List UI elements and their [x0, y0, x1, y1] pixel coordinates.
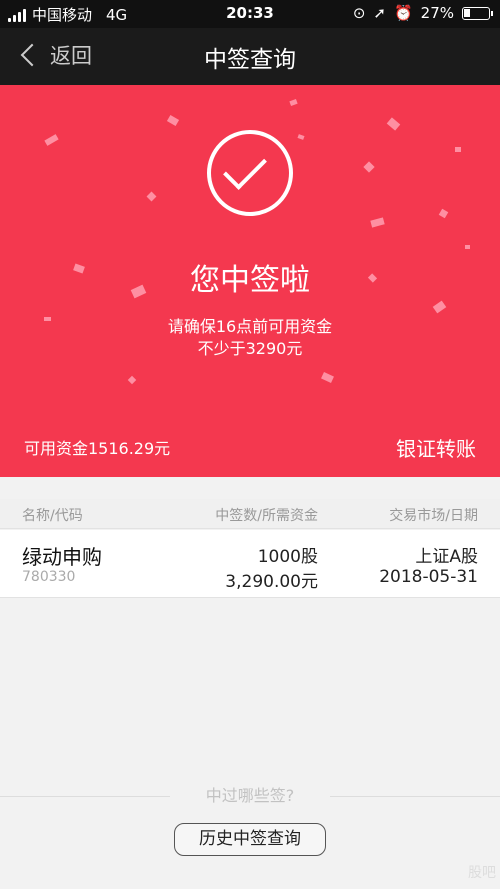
page-title: 中签查询	[204, 47, 296, 73]
header-name-code: 名称/代码	[22, 508, 83, 524]
confetti-piece	[465, 245, 470, 249]
confetti-piece	[44, 134, 59, 146]
listing-date: 2018-05-31	[379, 567, 478, 587]
confetti-piece	[455, 147, 461, 152]
confetti-piece	[321, 372, 334, 383]
confetti-piece	[127, 375, 137, 385]
nav-bar: 返回 中签查询	[0, 28, 500, 85]
available-funds: 可用资金1516.29元	[24, 439, 171, 458]
confetti-piece	[386, 117, 401, 131]
table-header: 名称/代码 中签数/所需资金 交易市场/日期	[0, 499, 500, 529]
watermark-logo: 股吧	[468, 865, 496, 881]
required-funds: 3,290.00元	[225, 572, 318, 592]
win-banner: 您中签啦 请确保16点前可用资金 不少于3290元 可用资金1516.29元 银…	[0, 85, 500, 477]
rotation-lock-icon: ⊙	[352, 4, 366, 22]
alarm-icon: ⏰	[393, 4, 413, 22]
stock-name: 绿动申购	[22, 545, 102, 569]
confetti-piece	[166, 114, 180, 127]
location-icon: ➚	[373, 4, 386, 22]
battery-icon	[462, 6, 493, 20]
win-title: 您中签啦	[190, 263, 310, 298]
confetti-piece	[289, 98, 298, 107]
check-circle-icon	[207, 130, 293, 216]
history-hint: 中过哪些签?	[205, 786, 295, 805]
history-query-button[interactable]: 历史中签查询	[174, 823, 326, 856]
bank-transfer-button[interactable]: 银证转账	[396, 433, 476, 462]
header-count-funds: 中签数/所需资金	[215, 508, 318, 524]
table-row[interactable]: 绿动申购 780330 1000股 3,290.00元 上证A股 2018-05…	[0, 530, 500, 598]
win-quantity: 1000股	[257, 547, 318, 567]
funds-requirement-line1: 请确保16点前可用资金	[167, 317, 333, 336]
confetti-piece	[438, 208, 449, 219]
confetti-piece	[363, 161, 375, 173]
header-market-date: 交易市场/日期	[389, 508, 478, 524]
stock-code: 780330	[22, 569, 76, 585]
confetti-piece	[432, 300, 447, 314]
confetti-piece	[297, 134, 305, 140]
status-bar: 中国移动 4G 20:33 ⊙ ➚ ⏰ 27%	[0, 0, 500, 28]
funds-requirement-line2: 不少于3290元	[197, 339, 303, 358]
confetti-piece	[146, 191, 157, 202]
market: 上证A股	[415, 547, 478, 567]
battery-percent: 27%	[420, 4, 454, 22]
status-right: ⊙ ➚ ⏰ 27%	[352, 4, 493, 22]
confetti-piece	[370, 217, 385, 228]
